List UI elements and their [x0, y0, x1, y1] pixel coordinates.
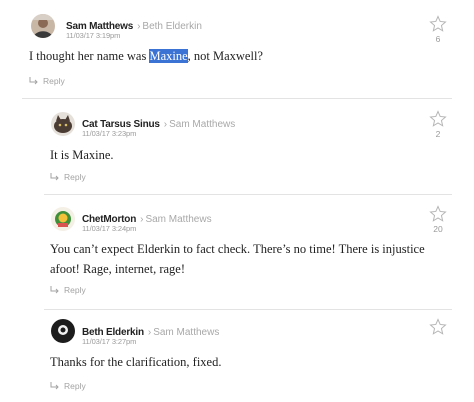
reply-arrow-icon: [50, 382, 59, 390]
divider: [44, 194, 452, 195]
comment-text-line: You can’t expect Elderkin to fact check.…: [50, 242, 425, 256]
reply-label: Reply: [64, 172, 86, 182]
timestamp[interactable]: 11/03/17 3:27pm: [82, 337, 136, 346]
avatar[interactable]: [51, 207, 75, 231]
reply-arrow-icon: [50, 286, 59, 294]
reply-button[interactable]: Reply: [50, 172, 86, 182]
comment-text: I thought her name was: [29, 49, 150, 63]
star-icon[interactable]: [429, 205, 447, 223]
avatar[interactable]: [51, 319, 75, 343]
selected-text: Maxine: [149, 49, 188, 63]
reply-label: Reply: [43, 76, 65, 86]
avatar[interactable]: [31, 14, 55, 38]
chevron-right-icon: ›: [140, 214, 144, 225]
reply-label: Reply: [64, 285, 86, 295]
reply-label: Reply: [64, 381, 86, 391]
cartoon-avatar-icon: [51, 207, 75, 231]
reply-to-name[interactable]: Beth Elderkin: [142, 21, 201, 32]
comment-text: , not Maxwell?: [187, 49, 263, 63]
comment-text-line: afoot! Rage, internet, rage!: [50, 262, 186, 276]
star-icon[interactable]: [429, 318, 447, 336]
chevron-right-icon: ›: [137, 21, 141, 32]
timestamp[interactable]: 11/03/17 3:23pm: [82, 129, 136, 138]
reply-arrow-icon: [50, 173, 59, 181]
cat-avatar-icon: [51, 112, 75, 136]
user-photo-avatar-icon: [31, 14, 55, 38]
comment-body: Thanks for the clarification, fixed.: [50, 355, 222, 369]
star-count: 2: [435, 129, 441, 139]
comment-body: You can’t expect Elderkin to fact check.…: [50, 239, 425, 279]
reply-to-name[interactable]: Sam Matthews: [169, 119, 235, 130]
chevron-right-icon: ›: [163, 119, 168, 130]
star-icon[interactable]: [429, 15, 447, 33]
timestamp[interactable]: 11/03/17 3:24pm: [82, 224, 136, 233]
reply-arrow-icon: [29, 77, 38, 85]
reply-button[interactable]: Reply: [50, 381, 86, 391]
reply-to-name[interactable]: Sam Matthews: [153, 327, 219, 338]
avatar[interactable]: [51, 112, 75, 136]
dark-avatar-icon: [51, 319, 75, 343]
star-count: 20: [433, 224, 443, 234]
comment-body: I thought her name was Maxine, not Maxwe…: [29, 46, 263, 66]
reply-button[interactable]: Reply: [29, 76, 65, 86]
star-icon[interactable]: [429, 110, 447, 128]
divider: [44, 309, 452, 310]
star-count: 6: [435, 34, 441, 44]
reply-to-name[interactable]: Sam Matthews: [145, 214, 211, 225]
comment-body: It is Maxine.: [50, 148, 114, 162]
reply-button[interactable]: Reply: [50, 285, 86, 295]
divider: [22, 98, 452, 99]
chevron-right-icon: ›: [147, 327, 152, 338]
timestamp[interactable]: 11/03/17 3:19pm: [66, 31, 120, 40]
